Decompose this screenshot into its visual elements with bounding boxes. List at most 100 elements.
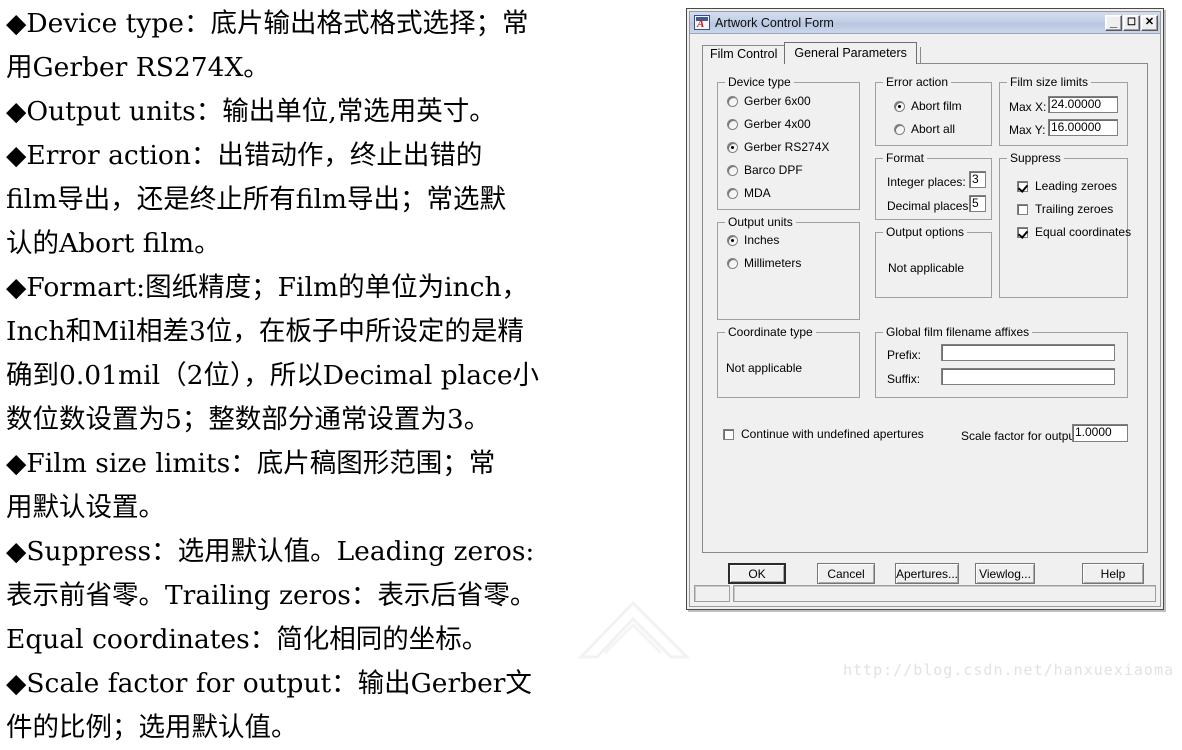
viewlog-button[interactable]: Viewlog...	[975, 563, 1035, 584]
prefix-label: Prefix:	[887, 348, 922, 362]
maximize-icon: ☐	[1127, 16, 1136, 28]
note-line: 表示前省零。Trailing zeros：表示后省零。	[6, 580, 537, 611]
integer-places-label: Integer places:	[887, 175, 966, 189]
window-inner-frame: A Artwork Control Form _ ☐ ✕ Film Contro…	[689, 11, 1161, 607]
close-icon: ✕	[1144, 16, 1155, 28]
window-title: Artwork Control Form	[715, 15, 834, 30]
radio-row-abort-all[interactable]: Abort all	[894, 123, 955, 135]
maximize-button[interactable]: ☐	[1123, 14, 1140, 31]
note-line: 用Gerber RS274X。	[6, 52, 270, 83]
radio-inches-icon[interactable]	[727, 234, 738, 246]
output-options-value: Not applicable	[888, 261, 965, 275]
tab-strip-divider	[919, 47, 921, 64]
group-device-type: Device type Gerber 6x00 Gerber 4x00 Gerb…	[717, 75, 860, 210]
group-film-size-limits: Film size limits Max X: 24.00000 Max Y: …	[999, 75, 1128, 146]
suffix-label: Suffix:	[887, 372, 921, 386]
decimal-places-input[interactable]: 5	[969, 195, 986, 212]
max-y-input[interactable]: 16.00000	[1048, 119, 1118, 136]
checkbox-row-trailing-zeroes[interactable]: Trailing zeroes	[1017, 203, 1113, 215]
checkbox-row-equal-coordinates[interactable]: Equal coordinates	[1017, 226, 1131, 238]
help-button[interactable]: Help	[1082, 563, 1144, 584]
group-suppress: Suppress Leading zeroes Trailing zeroes …	[999, 151, 1131, 298]
group-output-options: Output options Not applicable	[875, 225, 992, 298]
watermark-url: http://blog.csdn.net/hanxuexiaoma	[842, 661, 1174, 679]
cancel-button[interactable]: Cancel	[817, 563, 875, 584]
note-line: 件的比例；选用默认值。	[6, 712, 298, 743]
checkbox-label: Continue with undefined apertures	[741, 427, 924, 441]
radio-row-gerber-4x00[interactable]: Gerber 4x00	[727, 118, 811, 130]
max-x-label: Max X:	[1009, 100, 1047, 114]
status-bar-right-pane	[733, 585, 1156, 602]
general-parameters-page: Device type Gerber 6x00 Gerber 4x00 Gerb…	[702, 63, 1148, 553]
tab-film-control[interactable]: Film Control	[702, 45, 786, 64]
group-global-film-filename-affixes: Global film filename affixes Prefix: Suf…	[875, 325, 1128, 398]
max-y-label: Max Y:	[1009, 123, 1046, 137]
note-line: 用默认设置。	[6, 492, 165, 523]
tab-strip: Film Control General Parameters	[702, 42, 921, 64]
radio-label: Gerber 4x00	[744, 117, 811, 131]
note-line: Inch和Mil相差3位，在板子中所设定的是精	[6, 316, 524, 347]
max-x-input[interactable]: 24.00000	[1048, 96, 1118, 113]
note-line: 数位数设置为5；整数部分通常设置为3。	[6, 404, 491, 435]
checkbox-continue-undefined-apertures-icon[interactable]	[723, 428, 734, 440]
group-format: Format Integer places: 3 Decimal places:…	[875, 151, 992, 220]
prefix-input[interactable]	[941, 344, 1115, 361]
radio-label: Abort all	[911, 122, 956, 136]
radio-abort-film-icon[interactable]	[894, 100, 905, 112]
note-line: ◆Output units：输出单位,常选用英寸。	[6, 96, 496, 127]
radio-abort-all-icon[interactable]	[894, 123, 905, 135]
window-titlebar[interactable]: A Artwork Control Form _ ☐ ✕	[690, 12, 1160, 34]
status-bar	[694, 585, 1156, 602]
radio-millimeters-icon[interactable]	[727, 257, 738, 269]
ok-button[interactable]: OK	[728, 563, 786, 584]
scale-factor-label: Scale factor for output:	[961, 429, 1082, 443]
radio-row-abort-film[interactable]: Abort film	[894, 100, 962, 112]
note-line: ◆Film size limits：底片稿图形范围；常	[6, 448, 496, 479]
checkbox-trailing-zeroes-icon[interactable]	[1017, 203, 1028, 215]
minimize-button[interactable]: _	[1105, 14, 1122, 31]
radio-row-gerber-rs274x[interactable]: Gerber RS274X	[727, 141, 829, 153]
radio-row-gerber-6x00[interactable]: Gerber 6x00	[727, 95, 811, 107]
group-coordinate-type: Coordinate type Not applicable	[717, 325, 860, 398]
radio-label: Barco DPF	[744, 163, 803, 177]
apertures-button[interactable]: Apertures...	[895, 563, 959, 584]
radio-label: Millimeters	[744, 256, 802, 270]
radio-label: Inches	[744, 233, 780, 247]
checkbox-row-leading-zeroes[interactable]: Leading zeroes	[1017, 180, 1117, 192]
radio-gerber-6x00-icon[interactable]	[727, 95, 738, 107]
window-client-area: Film Control General Parameters Device t…	[690, 34, 1160, 606]
radio-mda-icon[interactable]	[727, 187, 738, 199]
tab-general-parameters[interactable]: General Parameters	[784, 42, 917, 64]
note-line: ◆Scale factor for output：输出Gerber文	[6, 668, 532, 699]
note-line: 确到0.01mil（2位），所以Decimal place小	[6, 360, 540, 391]
artwork-control-form-window: A Artwork Control Form _ ☐ ✕ Film Contro…	[686, 8, 1164, 610]
close-button[interactable]: ✕	[1141, 14, 1158, 31]
radio-gerber-4x00-icon[interactable]	[727, 118, 738, 130]
checkbox-label: Leading zeroes	[1035, 179, 1118, 193]
checkbox-leading-zeroes-icon[interactable]	[1017, 180, 1028, 192]
radio-barco-dpf-icon[interactable]	[727, 164, 738, 176]
coordinate-type-value: Not applicable	[726, 361, 803, 375]
note-line: ◆Error action：出错动作，终止出错的	[6, 140, 483, 171]
integer-places-input[interactable]: 3	[969, 171, 986, 188]
checkbox-label: Trailing zeroes	[1035, 202, 1114, 216]
suffix-input[interactable]	[941, 368, 1115, 385]
radio-label: Gerber 6x00	[744, 94, 811, 108]
lecture-notes-text: ◆Device type：底片输出格式格式选择；常 用Gerber RS274X…	[0, 0, 680, 743]
checkbox-row-continue-undefined-apertures[interactable]: Continue with undefined apertures	[723, 428, 924, 440]
radio-gerber-rs274x-icon[interactable]	[727, 141, 738, 153]
decimal-places-label: Decimal places:	[887, 199, 972, 213]
status-bar-left-pane	[694, 585, 730, 602]
scale-factor-input[interactable]: 1.0000	[1072, 424, 1128, 442]
radio-row-barco-dpf[interactable]: Barco DPF	[727, 164, 803, 176]
note-line: 认的Abort film。	[6, 228, 221, 259]
radio-row-millimeters[interactable]: Millimeters	[727, 257, 801, 269]
note-line: Equal coordinates：简化相同的坐标。	[6, 624, 489, 655]
artwork-app-icon: A	[694, 15, 710, 30]
radio-label: MDA	[744, 186, 771, 200]
radio-row-inches[interactable]: Inches	[727, 234, 779, 246]
group-error-action: Error action Abort film Abort all	[875, 75, 992, 146]
radio-label: Gerber RS274X	[744, 140, 830, 154]
checkbox-equal-coordinates-icon[interactable]	[1017, 226, 1028, 238]
radio-row-mda[interactable]: MDA	[727, 187, 771, 199]
